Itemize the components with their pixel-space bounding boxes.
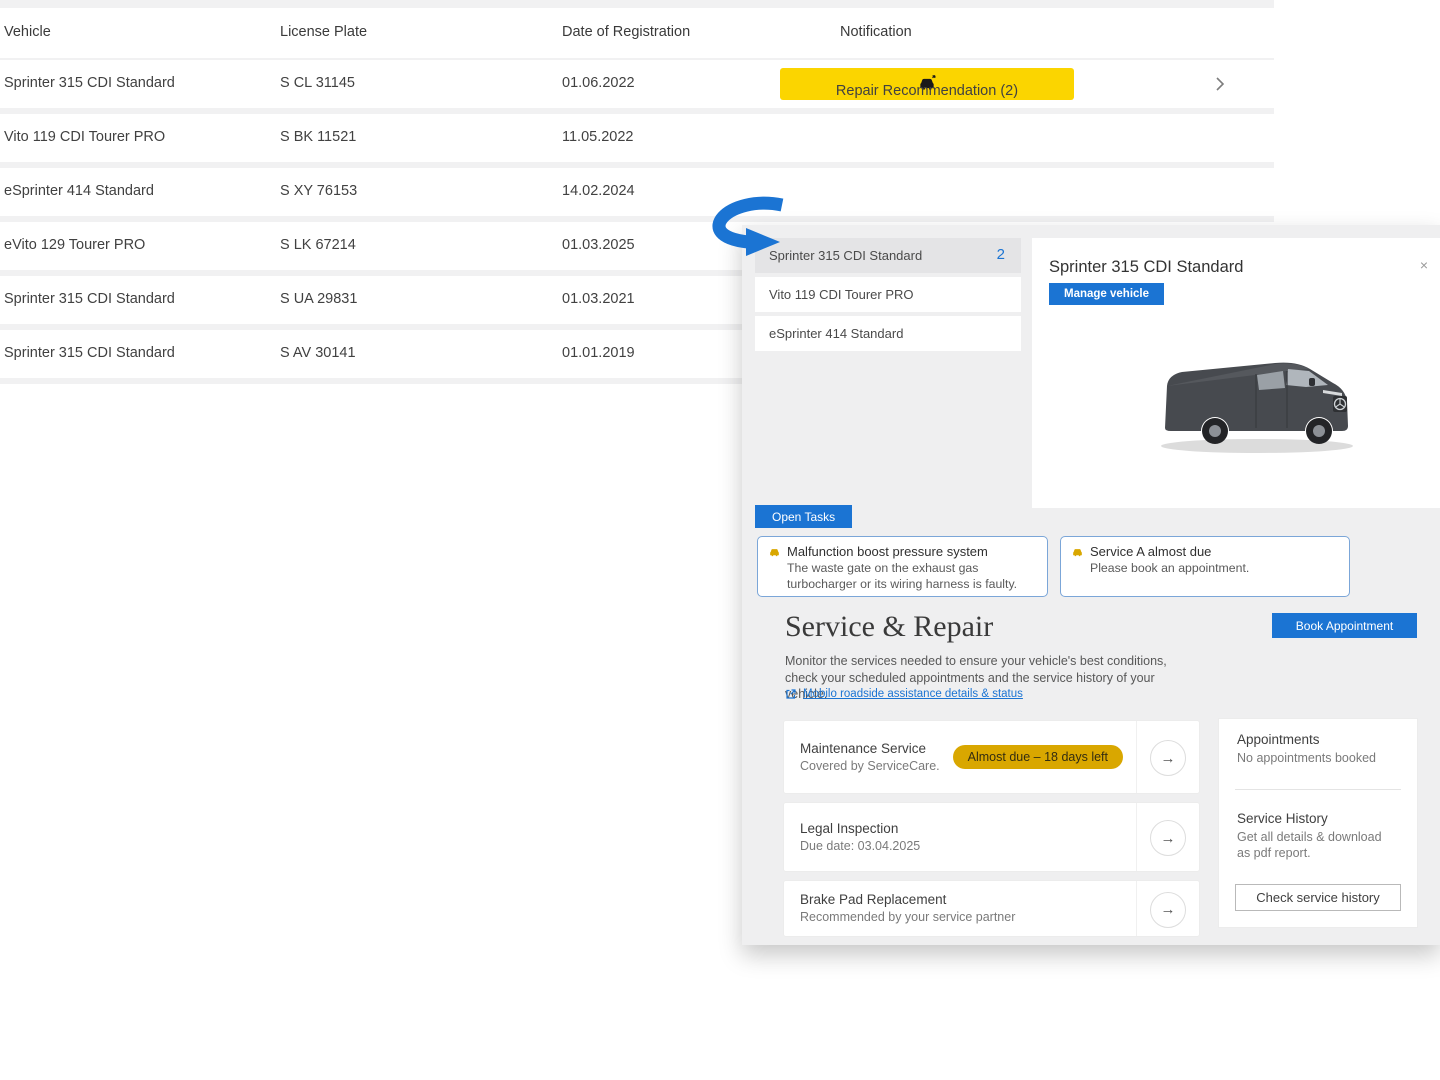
selected-vehicle-title: Sprinter 315 CDI Standard xyxy=(1049,258,1243,277)
notification-count-badge: 2 xyxy=(997,246,1005,263)
book-appointment-button[interactable]: Book Appointment xyxy=(1272,613,1417,638)
service-repair-title: Service & Repair xyxy=(785,610,993,644)
table-header-row: Vehicle License Plate Date of Registrati… xyxy=(0,8,1274,58)
vehicle-name: Vito 119 CDI Tourer PRO xyxy=(4,129,165,145)
task-title: Service A almost due xyxy=(1090,544,1211,559)
task-card-malfunction[interactable]: Malfunction boost pressure system The wa… xyxy=(757,536,1048,597)
col-header-vehicle: Vehicle xyxy=(4,24,51,40)
col-header-date-of-registration: Date of Registration xyxy=(562,24,690,40)
vehicle-detail-overlay: Sprinter 315 CDI Standard 2 Vito 119 CDI… xyxy=(742,225,1440,945)
almost-due-badge: Almost due – 18 days left xyxy=(953,745,1123,769)
open-legal-inspection-arrow-button[interactable]: → xyxy=(1150,820,1186,856)
car-icon xyxy=(1071,546,1084,559)
external-link-icon xyxy=(785,688,797,700)
open-tasks-tab[interactable]: Open Tasks xyxy=(755,505,852,528)
vehicle-list-label: eSprinter 414 Standard xyxy=(769,326,903,341)
vehicle-list-item-vito-119[interactable]: Vito 119 CDI Tourer PRO xyxy=(755,277,1021,312)
service-card-legal-inspection[interactable]: Legal Inspection Due date: 03.04.2025 → xyxy=(783,802,1200,872)
appointments-subtitle: No appointments booked xyxy=(1237,750,1387,766)
car-icon xyxy=(768,546,781,559)
repair-recommendation-button[interactable]: Repair Recommendation (2) xyxy=(780,68,1074,100)
license-plate: S LK 67214 xyxy=(280,237,356,253)
mobilo-assistance-link-label: Mobilo roadside assistance details & sta… xyxy=(803,688,1023,700)
license-plate: S AV 30141 xyxy=(280,345,356,361)
registration-date: 01.01.2019 xyxy=(562,345,635,361)
vehicle-list-label: Sprinter 315 CDI Standard xyxy=(769,248,922,263)
service-history-subtitle: Get all details & download as pdf report… xyxy=(1237,829,1387,861)
fleet-service-page: Vehicle License Plate Date of Registrati… xyxy=(0,0,1440,1080)
open-brake-pad-arrow-button[interactable]: → xyxy=(1150,892,1186,928)
repair-recommendation-label: Repair Recommendation (2) xyxy=(836,83,1018,99)
task-title: Malfunction boost pressure system xyxy=(787,544,988,559)
col-header-notification: Notification xyxy=(840,24,912,40)
registration-date: 01.06.2022 xyxy=(562,75,635,91)
open-maintenance-arrow-button[interactable]: → xyxy=(1150,740,1186,776)
service-card-subtitle: Due date: 03.04.2025 xyxy=(800,839,920,853)
task-card-service-a[interactable]: Service A almost due Please book an appo… xyxy=(1060,536,1350,597)
service-card-title: Maintenance Service xyxy=(800,741,926,756)
vehicle-list-label: Vito 119 CDI Tourer PRO xyxy=(769,287,914,302)
service-card-subtitle: Recommended by your service partner xyxy=(800,910,1015,924)
appointments-title: Appointments xyxy=(1237,732,1320,747)
manage-vehicle-button[interactable]: Manage vehicle xyxy=(1049,283,1164,305)
vehicle-list-item-sprinter-315[interactable]: Sprinter 315 CDI Standard 2 xyxy=(755,238,1021,273)
mobilo-assistance-link[interactable]: Mobilo roadside assistance details & sta… xyxy=(785,688,1023,700)
col-header-license-plate: License Plate xyxy=(280,24,367,40)
license-plate: S BK 11521 xyxy=(280,129,356,145)
chevron-right-icon[interactable] xyxy=(1210,74,1230,94)
service-card-title: Legal Inspection xyxy=(800,821,898,836)
vehicle-list-item-esprinter-414[interactable]: eSprinter 414 Standard xyxy=(755,316,1021,351)
vehicle-name: Sprinter 315 CDI Standard xyxy=(4,75,175,91)
table-row[interactable]: eSprinter 414 Standard S XY 76153 14.02.… xyxy=(0,168,1274,216)
service-card-title: Brake Pad Replacement xyxy=(800,892,946,907)
service-history-title: Service History xyxy=(1237,811,1328,826)
registration-date: 01.03.2021 xyxy=(562,291,635,307)
card-arrow-zone: → xyxy=(1136,881,1199,936)
service-card-maintenance[interactable]: Maintenance Service Covered by ServiceCa… xyxy=(783,720,1200,794)
license-plate: S UA 29831 xyxy=(280,291,357,307)
van-photo xyxy=(1137,338,1377,463)
callout-arrow-icon xyxy=(698,194,790,258)
vehicle-name: Sprinter 315 CDI Standard xyxy=(4,291,175,307)
service-card-subtitle: Covered by ServiceCare. xyxy=(800,759,940,773)
card-arrow-zone: → xyxy=(1136,803,1199,871)
card-arrow-zone: → xyxy=(1136,721,1199,793)
registration-date: 11.05.2022 xyxy=(562,129,634,145)
close-icon[interactable]: × xyxy=(1420,258,1428,272)
appointments-history-card: Appointments No appointments booked Serv… xyxy=(1218,718,1418,928)
table-row[interactable]: Vito 119 CDI Tourer PRO S BK 11521 11.05… xyxy=(0,114,1274,162)
vehicle-name: eSprinter 414 Standard xyxy=(4,183,154,199)
task-description: The waste gate on the exhaust gas turboc… xyxy=(787,561,1039,592)
task-description: Please book an appointment. xyxy=(1090,561,1342,577)
check-service-history-button[interactable]: Check service history xyxy=(1235,884,1401,911)
selected-vehicle-card: Sprinter 315 CDI Standard Manage vehicle… xyxy=(1032,238,1440,508)
license-plate: S CL 31145 xyxy=(280,75,355,91)
vehicle-name: eVito 129 Tourer PRO xyxy=(4,237,145,253)
vehicle-name: Sprinter 315 CDI Standard xyxy=(4,345,175,361)
license-plate: S XY 76153 xyxy=(280,183,357,199)
service-card-brake-pad[interactable]: Brake Pad Replacement Recommended by you… xyxy=(783,880,1200,937)
registration-date: 14.02.2024 xyxy=(562,183,635,199)
table-row[interactable]: Sprinter 315 CDI Standard S CL 31145 01.… xyxy=(0,60,1274,108)
registration-date: 01.03.2025 xyxy=(562,237,635,253)
divider xyxy=(1235,789,1401,790)
